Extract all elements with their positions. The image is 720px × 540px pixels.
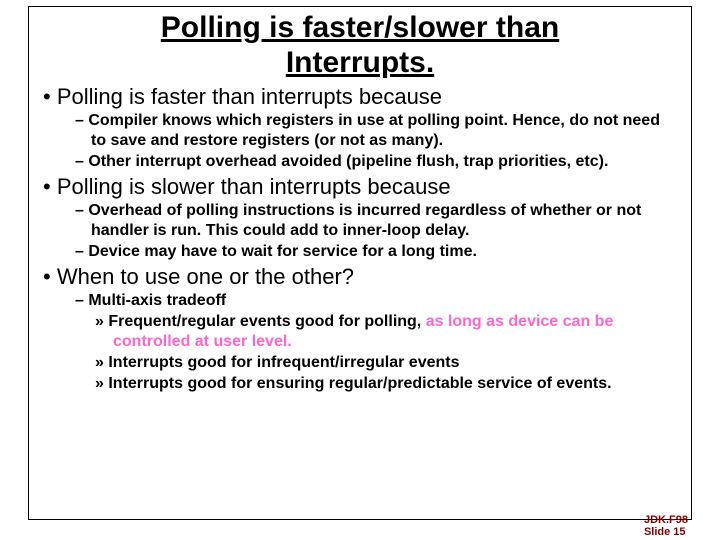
slide-footer: JDK.F98 Slide 15 [644,514,688,538]
bullet-slower-sub2: Device may have to wait for service for … [43,242,677,262]
bullet-when-sub1b-text: Interrupts good for infrequent/irregular… [108,354,459,371]
bullet-when-sub1c: Interrupts good for ensuring regular/pre… [43,374,677,394]
slide-content: Polling is faster than interrupts becaus… [29,84,691,394]
bullet-faster-sub2-text: Other interrupt overhead avoided (pipeli… [88,153,608,170]
footer-line2: Slide 15 [644,526,688,538]
bullet-slower-sub2-text: Device may have to wait for service for … [88,243,477,260]
bullet-faster: Polling is faster than interrupts becaus… [43,84,677,110]
slide-title: Polling is faster/slower than Interrupts… [29,7,691,82]
slide-frame: Polling is faster/slower than Interrupts… [28,6,692,520]
bullet-when-sub1: Multi-axis tradeoff [43,291,677,311]
bullet-slower-sub1: Overhead of polling instructions is incu… [43,201,677,241]
bullet-when-text: When to use one or the other? [57,264,354,289]
bullet-slower-text: Polling is slower than interrupts becaus… [57,174,451,199]
footer-line1: JDK.F98 [644,514,688,526]
bullet-when-sub1a: Frequent/regular events good for polling… [43,312,677,352]
bullet-faster-sub2: Other interrupt overhead avoided (pipeli… [43,152,677,172]
title-line-1: Polling is faster/slower than [161,11,559,44]
bullet-slower: Polling is slower than interrupts becaus… [43,174,677,200]
bullet-when-sub1-text: Multi-axis tradeoff [88,292,226,309]
title-line-2: Interrupts. [286,46,434,79]
bullet-when-sub1a-black: Frequent/regular events good for polling… [108,313,421,330]
bullet-when-sub1c-text: Interrupts good for ensuring regular/pre… [108,375,611,392]
bullet-slower-sub1-text: Overhead of polling instructions is incu… [88,202,641,239]
bullet-faster-sub1-text: Compiler knows which registers in use at… [88,112,660,149]
bullet-when-sub1b: Interrupts good for infrequent/irregular… [43,353,677,373]
bullet-when: When to use one or the other? [43,264,677,290]
bullet-faster-text: Polling is faster than interrupts becaus… [57,84,442,109]
bullet-faster-sub1: Compiler knows which registers in use at… [43,111,677,151]
